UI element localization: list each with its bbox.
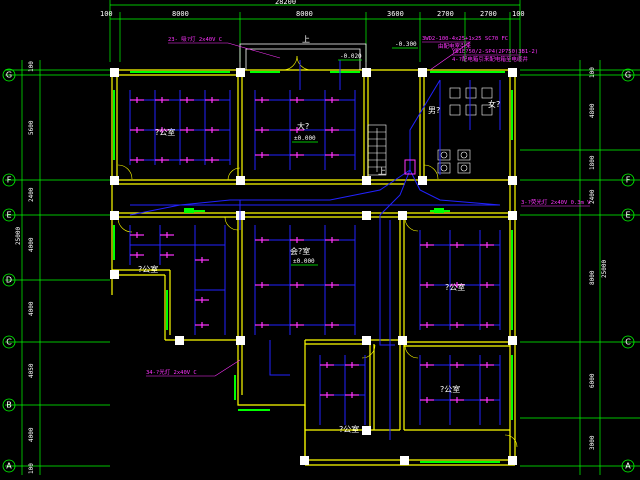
top-total-dim: 28200 — [275, 0, 296, 6]
axis-label-d-left: D — [6, 276, 12, 285]
toilet-fixtures — [437, 87, 493, 174]
top-dim-4: 3600 — [387, 10, 404, 18]
left-dim-6: 4050 — [28, 363, 35, 378]
right-dim-6: 6000 — [589, 373, 596, 388]
label-up-entrance: 上 — [302, 35, 310, 44]
axis-label-f-left: F — [7, 176, 12, 185]
level-meeting: ±0.000 — [293, 258, 315, 265]
right-dim-7: 3000 — [589, 435, 596, 450]
left-dim-1: 100 — [28, 61, 35, 72]
top-dim-1: 100 — [100, 10, 113, 18]
axis-label-g-left: G — [6, 71, 12, 80]
left-dim-7: 4000 — [28, 427, 35, 442]
room-label-toilet-m: 男? — [428, 106, 440, 115]
right-dim-texts: 25000 100 4800 1800 2400 8000 6000 3000 — [589, 67, 608, 450]
room-label-office-r2: ?公室 — [440, 384, 460, 394]
right-dim-1: 100 — [589, 67, 596, 78]
axis-label-a-left: A — [6, 462, 12, 471]
top-dim-2: 8000 — [172, 10, 189, 18]
note-top-left: 23- 吸?灯 2x40V C — [168, 35, 222, 43]
light-fixtures — [130, 97, 494, 403]
axis-label-g-right: G — [625, 71, 631, 80]
circuit-wiring — [129, 60, 501, 440]
right-dim-2: 4800 — [589, 103, 596, 118]
note-bottom-left: 34-?光灯 2x40V C — [146, 368, 197, 376]
panel-box-right — [434, 208, 444, 213]
right-dim-5: 8000 — [589, 270, 596, 285]
top-dim-7: 100 — [512, 10, 525, 18]
left-dim-4: 4000 — [28, 237, 35, 252]
room-label-office-tl: ?公室 — [155, 127, 175, 137]
room-label-office-r1: ?公室 — [445, 282, 465, 292]
left-dim-texts: 25000 100 5600 2400 4000 4000 4050 4000 … — [15, 61, 35, 474]
axis-label-b-left: B — [6, 401, 12, 410]
left-dim-2: 5600 — [28, 120, 35, 135]
axis-label-a-right: A — [625, 462, 631, 471]
top-dim-5: 2700 — [437, 10, 454, 18]
floor-plan-drawing: 28200 100 8000 8000 3600 2700 2700 100 2… — [2, 0, 640, 475]
left-total-dim: 25000 — [15, 227, 22, 245]
right-dimension-chain — [520, 60, 640, 475]
left-dimension-chain — [5, 60, 110, 475]
note-right: 3-?荧光灯 2x40V 0.3m V — [521, 198, 591, 206]
room-label-toilet-f: 女? — [488, 99, 500, 109]
axis-label-c-left: C — [6, 338, 12, 347]
axis-label-e-right: E — [625, 211, 630, 220]
axis-bubbles-right — [621, 68, 635, 473]
room-label-office-bottom: ?公室 — [339, 424, 359, 434]
room-label-hall: 大? — [297, 121, 309, 131]
left-dim-3: 2400 — [28, 187, 35, 202]
axis-label-c-right: C — [625, 338, 631, 347]
left-dim-5: 4000 — [28, 301, 35, 316]
top-dim-3: 8000 — [296, 10, 313, 18]
level-top-right: -0.300 — [395, 41, 417, 48]
panel-box-left — [184, 208, 194, 213]
top-dim-6: 2700 — [480, 10, 497, 18]
axis-bubbles-left — [2, 68, 16, 473]
right-dim-3: 1800 — [589, 155, 596, 170]
room-label-office-left: ?公室 — [138, 264, 158, 274]
room-label-meeting: 会?室 — [290, 246, 310, 256]
label-up-stair: 上 — [378, 167, 386, 176]
axis-label-f-right: F — [626, 176, 631, 185]
note-top-right-2: 4-?配电箱引来配电箱至电缆井 — [452, 55, 528, 63]
level-hall: ±0.000 — [294, 135, 316, 142]
note-top-center: 3WD2-100-4x25+1x25 SC70 FC — [422, 36, 508, 42]
axis-label-e-left: E — [6, 211, 11, 220]
note-top-right: YB1E?50/2-SP4(2P750)3B1-2) — [452, 49, 538, 55]
right-total-dim: 25000 — [601, 260, 608, 278]
left-dim-8: 100 — [28, 463, 35, 474]
level-entrance: -0.020 — [340, 53, 362, 60]
